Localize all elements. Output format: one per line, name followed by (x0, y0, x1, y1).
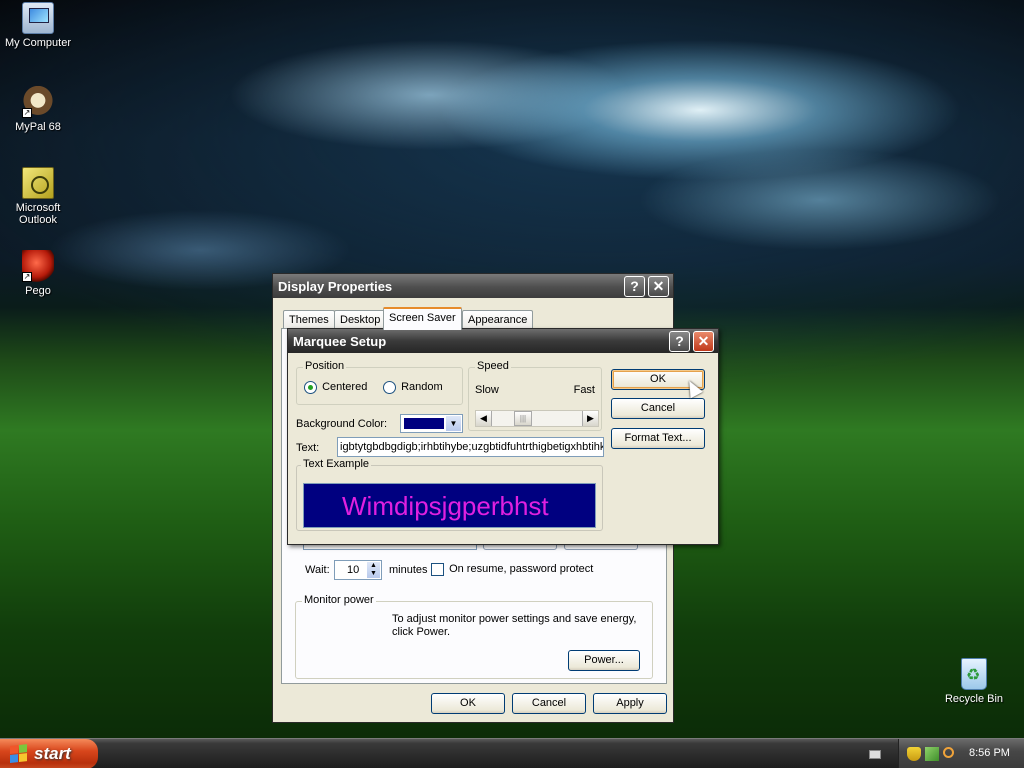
mypal-icon: ↗ (22, 86, 54, 118)
search-icon[interactable] (943, 747, 954, 758)
text-example-label: Text Example (301, 458, 372, 470)
scroll-right-button[interactable]: ▶ (582, 411, 598, 426)
clock[interactable]: 8:56 PM (969, 747, 1010, 759)
speed-label: Speed (475, 360, 511, 372)
start-button[interactable]: start (0, 739, 98, 768)
marquee-setup-dialog: Marquee Setup ? ✕ Position Centered Rand… (287, 328, 719, 545)
wait-value[interactable]: 10 (347, 564, 359, 576)
network-icon[interactable] (925, 747, 939, 761)
speed-fast-label: Fast (573, 384, 595, 396)
text-example-group: Text Example Wimdipsjgperbhst (296, 458, 603, 531)
password-checkbox[interactable] (431, 563, 444, 576)
password-protect-option[interactable]: On resume, password protect (431, 563, 593, 576)
example-marquee-text: Wimdipsjgperbhst (342, 491, 549, 521)
close-icon: ✕ (697, 333, 710, 349)
speed-thumb[interactable]: ||| (514, 411, 532, 426)
desktop-icon-outlook[interactable]: Microsoft Outlook (0, 167, 76, 226)
chevron-right-icon: ▶ (587, 413, 594, 423)
desktop-icon-my-computer[interactable]: My Computer (0, 2, 76, 49)
dropdown-button[interactable]: ▼ (446, 416, 461, 431)
question-icon: ? (675, 333, 684, 349)
background-color-swatch (404, 418, 444, 429)
close-button[interactable]: ✕ (648, 275, 669, 297)
monitor-power-group: Monitor power To adjust monitor power se… (295, 594, 653, 679)
close-icon: ✕ (652, 278, 665, 294)
position-label: Position (303, 360, 347, 372)
format-text-button[interactable]: Format Text... (611, 428, 705, 449)
recycle-bin-icon (961, 658, 987, 690)
start-label: start (34, 744, 71, 763)
chevron-down-icon: ▼ (449, 419, 458, 428)
desktop-icon-label: My Computer (4, 37, 72, 49)
chevron-left-icon: ◀ (480, 413, 487, 423)
cancel-button[interactable]: Cancel (512, 693, 586, 714)
window-title: Display Properties (278, 278, 393, 294)
ok-button[interactable]: OK (431, 693, 505, 714)
speed-scrollbar[interactable]: ◀ ||| ▶ (475, 410, 599, 427)
my-computer-icon (22, 2, 54, 34)
help-button[interactable]: ? (669, 330, 690, 352)
spinner-buttons[interactable]: ▲ ▼ (367, 562, 380, 578)
desktop-icon-pego[interactable]: ↗ Pego (0, 250, 76, 297)
system-tray: 8:56 PM (898, 739, 1024, 768)
centered-label: Centered (322, 381, 368, 394)
speed-group: Speed Slow Fast ◀ ||| ▶ (468, 360, 602, 431)
desktop-icon-label: Recycle Bin (944, 693, 1004, 705)
random-label: Random (401, 381, 443, 394)
desktop-icon-label: Pego (25, 285, 51, 297)
scroll-left-button[interactable]: ◀ (476, 411, 492, 426)
monitor-power-text: To adjust monitor power settings and sav… (392, 613, 637, 638)
speed-slow-label: Slow (475, 384, 499, 396)
display-properties-titlebar[interactable]: Display Properties ? ✕ (273, 274, 673, 298)
position-group: Position Centered Random (296, 360, 463, 405)
keyboard-icon[interactable] (869, 750, 881, 759)
tab-themes[interactable]: Themes (283, 310, 335, 329)
text-label: Text: (296, 442, 320, 454)
tab-screen-saver[interactable]: Screen Saver (383, 307, 462, 330)
shortcut-arrow-icon: ↗ (22, 108, 32, 118)
dialog-title: Marquee Setup (293, 333, 387, 349)
radio-random-option[interactable]: Random (383, 381, 443, 394)
wait-spinner[interactable]: 10 ▲ ▼ (334, 560, 382, 580)
monitor-power-label: Monitor power (302, 594, 376, 606)
desktop-icon-label: Microsoft Outlook (15, 202, 61, 226)
spin-down-icon[interactable]: ▼ (367, 570, 380, 578)
background-color-select[interactable]: ▼ (400, 414, 463, 433)
help-button[interactable]: ? (624, 275, 645, 297)
text-example-preview: Wimdipsjgperbhst (303, 483, 596, 528)
outlook-icon (22, 167, 54, 199)
wait-label: Wait: (305, 564, 330, 576)
tab-desktop[interactable]: Desktop (334, 310, 387, 329)
desktop-icon-mypal[interactable]: ↗ MyPal 68 (0, 86, 76, 133)
minutes-label: minutes (389, 564, 428, 576)
spin-up-icon[interactable]: ▲ (367, 562, 380, 570)
tab-appearance[interactable]: Appearance (462, 310, 534, 329)
marquee-setup-titlebar[interactable]: Marquee Setup ? ✕ (288, 329, 718, 353)
radio-centered-option[interactable]: Centered (304, 381, 367, 394)
radio-centered[interactable] (304, 381, 317, 394)
marquee-text-input[interactable]: igbtytgbdbgdigb;irhbtihybe;uzgbtidfuhtrt… (337, 437, 604, 457)
radio-random[interactable] (383, 381, 396, 394)
shortcut-arrow-icon: ↗ (22, 272, 32, 282)
power-button[interactable]: Power... (568, 650, 640, 671)
desktop-icon-label: MyPal 68 (15, 121, 61, 133)
question-icon: ? (630, 278, 639, 294)
security-shield-icon[interactable] (907, 747, 921, 761)
taskbar: start 8:56 PM (0, 738, 1024, 768)
background-color-label: Background Color: (296, 418, 388, 430)
windows-logo-icon (10, 744, 28, 764)
desktop-icon-recycle-bin[interactable]: Recycle Bin (936, 658, 1012, 705)
pego-icon: ↗ (22, 250, 54, 282)
apply-button[interactable]: Apply (593, 693, 667, 714)
cancel-button[interactable]: Cancel (611, 398, 705, 419)
close-button[interactable]: ✕ (693, 330, 714, 352)
password-label: On resume, password protect (449, 563, 594, 576)
